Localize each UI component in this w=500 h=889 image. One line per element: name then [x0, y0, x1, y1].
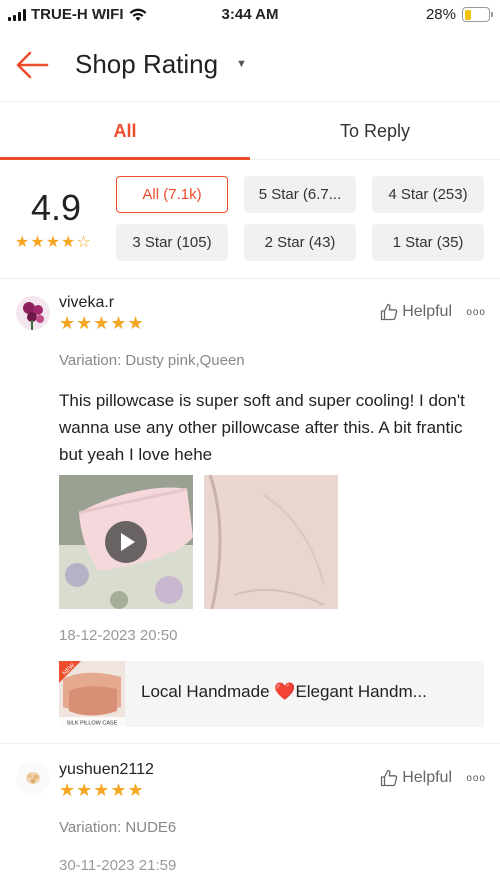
- review-video-thumbnail[interactable]: [59, 475, 193, 609]
- product-name-start: Local Handmade: [141, 682, 275, 701]
- product-name-end: Elegant Handm...: [295, 682, 427, 701]
- back-arrow-icon[interactable]: [14, 50, 50, 80]
- username[interactable]: viveka.r: [59, 294, 114, 312]
- filter-4-star[interactable]: 4 Star (253): [372, 176, 484, 213]
- overall-stars: ★★★★☆: [15, 234, 92, 251]
- variation-text: Variation: NUDE6: [59, 819, 177, 836]
- thumbs-up-icon: [381, 303, 398, 321]
- thumb-caption: SILK PILLOW CASE: [67, 721, 118, 727]
- thumbs-up-icon: [381, 769, 398, 787]
- review-date: 18-12-2023 20:50: [59, 627, 178, 644]
- variation-text: Variation: Dusty pink,Queen: [59, 352, 245, 369]
- avatar[interactable]: [16, 296, 50, 330]
- flower-avatar-image: [16, 296, 50, 330]
- page-title[interactable]: Shop Rating: [75, 49, 218, 80]
- tab-all[interactable]: All: [0, 103, 250, 160]
- battery-percent: 28%: [425, 6, 456, 23]
- helpful-label: Helpful: [402, 303, 452, 320]
- silk-pillow-image: NEW SILK PILLOW CASE: [59, 661, 125, 727]
- review-stars: ★★★★★: [59, 313, 145, 333]
- pillow-photo-image: [204, 475, 338, 609]
- username[interactable]: yushuen2112: [59, 761, 154, 779]
- filter-1-star[interactable]: 1 Star (35): [372, 224, 484, 261]
- battery-icon: [462, 7, 493, 22]
- helpful-button[interactable]: Helpful: [380, 303, 452, 321]
- tab-to-reply[interactable]: To Reply: [250, 103, 500, 159]
- product-link[interactable]: NEW SILK PILLOW CASE Local Handmade ❤️El…: [59, 661, 484, 727]
- review-item: yushuen2112 ★★★★★ Helpful ooo Variation:…: [0, 745, 500, 889]
- review-item: viveka.r ★★★★★ Helpful ooo Variation: Du…: [0, 280, 500, 744]
- filter-5-star[interactable]: 5 Star (6.7...: [244, 176, 356, 213]
- header: Shop Rating ▼: [0, 30, 500, 102]
- rating-summary: 4.9 ★★★★☆ All (7.1k) 5 Star (6.7... 4 St…: [0, 161, 500, 279]
- more-options-icon[interactable]: ooo: [466, 307, 486, 318]
- play-icon[interactable]: [105, 521, 147, 563]
- product-name: Local Handmade ❤️Elegant Handm...: [141, 682, 427, 702]
- review-stars: ★★★★★: [59, 780, 145, 800]
- status-bar: TRUE-H WIFI 3:44 AM 28%: [0, 0, 500, 30]
- filter-3-star[interactable]: 3 Star (105): [116, 224, 228, 261]
- tab-bar: All To Reply: [0, 103, 500, 160]
- default-avatar-image: [16, 761, 50, 795]
- helpful-button[interactable]: Helpful: [380, 769, 452, 787]
- review-photo[interactable]: [204, 475, 338, 609]
- heart-emoji: ❤️: [274, 682, 296, 701]
- review-comment: This pillowcase is super soft and super …: [59, 391, 465, 464]
- review-date: 30-11-2023 21:59: [59, 857, 177, 874]
- overall-score: 4.9: [30, 187, 82, 228]
- product-thumbnail: NEW SILK PILLOW CASE: [59, 661, 125, 727]
- star-filters: All (7.1k) 5 Star (6.7... 4 Star (253) 3…: [116, 176, 484, 261]
- helpful-label: Helpful: [402, 769, 452, 786]
- filter-2-star[interactable]: 2 Star (43): [244, 224, 356, 261]
- filter-all[interactable]: All (7.1k): [116, 176, 228, 213]
- avatar[interactable]: [16, 761, 50, 795]
- caret-down-icon[interactable]: ▼: [236, 58, 247, 70]
- more-options-icon[interactable]: ooo: [466, 773, 486, 784]
